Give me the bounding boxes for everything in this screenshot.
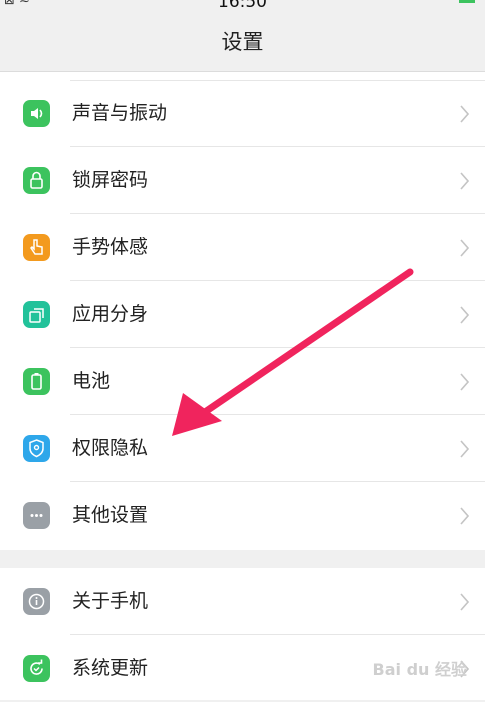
- battery-icon: [23, 368, 50, 395]
- hand-gesture-icon: [23, 234, 50, 261]
- settings-item-label: 应用分身: [72, 303, 149, 325]
- status-bar: ⊠ ≈ 16:50: [0, 0, 485, 12]
- speaker-icon: [23, 100, 50, 127]
- settings-item-privacy[interactable]: 权限隐私: [0, 415, 485, 482]
- settings-item-label: 声音与振动: [72, 102, 168, 124]
- settings-item-label: 关于手机: [72, 590, 149, 612]
- settings-item-gestures[interactable]: 手势体感: [0, 214, 485, 281]
- status-time: 16:50: [218, 0, 267, 12]
- shield-icon: [23, 435, 50, 462]
- settings-item-other[interactable]: 其他设置: [0, 482, 485, 549]
- chevron-right-icon: [460, 593, 469, 611]
- chevron-right-icon: [460, 306, 469, 324]
- lock-icon: [23, 167, 50, 194]
- chevron-right-icon: [460, 440, 469, 458]
- chevron-right-icon: [460, 507, 469, 525]
- chevron-right-icon: [460, 239, 469, 257]
- more-dots-icon: [23, 502, 50, 529]
- settings-item-sound-vibration[interactable]: 声音与振动: [0, 80, 485, 147]
- page-title: 设置: [221, 30, 264, 54]
- settings-item-lock-screen[interactable]: 锁屏密码: [0, 147, 485, 214]
- chevron-right-icon: [460, 172, 469, 190]
- info-icon: [23, 588, 50, 615]
- battery-status-icon: [455, 0, 479, 11]
- chevron-right-icon: [460, 105, 469, 123]
- settings-group-2: 关于手机 系统更新: [0, 568, 485, 700]
- settings-item-label: 系统更新: [72, 657, 149, 679]
- app-clone-icon: [23, 301, 50, 328]
- watermark-logo: Bai du 经验: [372, 660, 467, 679]
- settings-item-label: 手势体感: [72, 236, 149, 258]
- settings-item-label: 其他设置: [72, 504, 149, 526]
- settings-item-app-clone[interactable]: 应用分身: [0, 281, 485, 348]
- settings-item-label: 权限隐私: [72, 437, 149, 459]
- chevron-right-icon: [460, 373, 469, 391]
- settings-group-1: 声音与振动 锁屏密码 手势体感 应用分身 电池 权限隐私 其他设置: [0, 72, 485, 550]
- settings-item-battery[interactable]: 电池: [0, 348, 485, 415]
- update-icon: [23, 655, 50, 682]
- settings-item-label: 电池: [72, 370, 111, 392]
- settings-item-about-phone[interactable]: 关于手机: [0, 568, 485, 635]
- settings-item-label: 锁屏密码: [72, 169, 149, 191]
